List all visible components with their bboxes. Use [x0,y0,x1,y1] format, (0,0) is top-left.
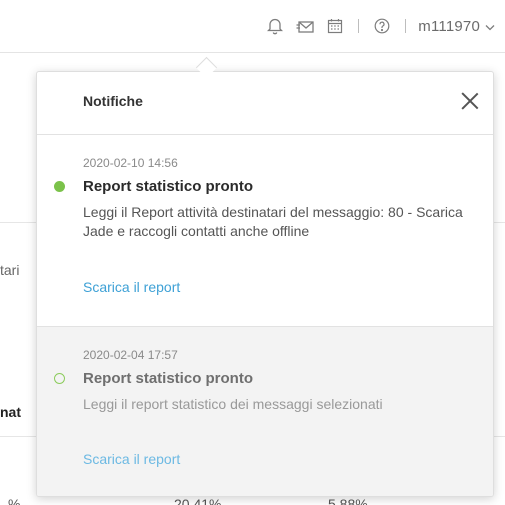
notification-body: Leggi il Report attività destinatari del… [83,204,463,239]
notification-item[interactable]: 2020-02-10 14:56 Report statistico pront… [37,135,493,327]
notification-item[interactable]: 2020-02-04 17:57 Report statistico pront… [37,327,493,496]
username: m111970 [418,17,480,35]
bell-icon[interactable] [266,17,284,35]
notification-date: 2020-02-10 14:56 [83,156,178,170]
notification-title: Report statistico pronto [83,370,254,387]
download-report-link[interactable]: Scarica il report [83,279,180,295]
top-bar: m111970 [0,0,505,53]
user-menu[interactable]: m111970 [418,18,495,35]
background-value: 20,41% [174,496,222,505]
download-report-link[interactable]: Scarica il report [83,451,180,467]
background-column-header: nat [0,404,21,420]
mail-icon[interactable] [296,17,314,35]
unread-indicator [54,181,65,192]
separator [405,19,407,33]
close-icon[interactable] [459,90,481,112]
background-label: tari [0,262,20,278]
page: m111970 tari nat % 20,41% 5,88% Notifich… [0,0,505,505]
help-icon[interactable] [373,17,391,35]
separator [358,19,360,33]
notification-date: 2020-02-04 17:57 [83,348,178,362]
top-bar-actions: m111970 [260,15,495,37]
read-indicator [54,373,65,384]
notification-title: Report statistico pronto [83,178,254,195]
notifications-header: Notifiche [37,72,493,135]
calendar-icon[interactable] [326,17,344,35]
notifications-title: Notifiche [83,93,143,109]
notification-body: Leggi il report statistico dei messaggi … [83,396,383,412]
background-value: % [8,496,21,505]
notifications-panel: Notifiche 2020-02-10 14:56 Report statis… [36,71,494,497]
background-value: 5,88% [328,496,368,505]
chevron-down-icon [485,18,495,35]
